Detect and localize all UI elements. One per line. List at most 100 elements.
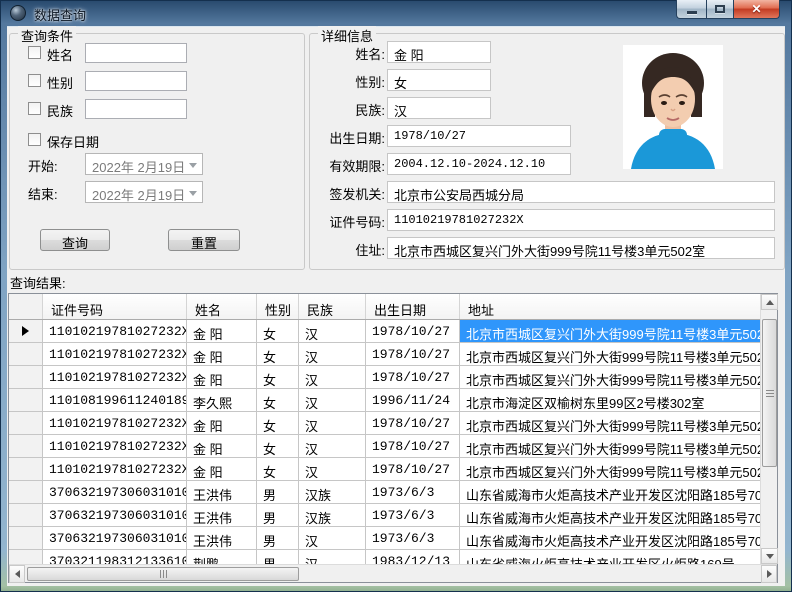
gender-input[interactable]	[85, 71, 187, 91]
table-row[interactable]: 11010219781027232X金 阳女汉1978/10/27北京市西城区复…	[9, 412, 760, 435]
table-cell[interactable]: 北京市西城区复兴门外大街999号院11号楼3单元502室	[460, 412, 760, 434]
row-selector-cell[interactable]	[9, 435, 43, 457]
table-cell[interactable]: 370632197306031010	[43, 504, 187, 526]
table-cell[interactable]: 北京市西城区复兴门外大街999号院11号楼3单元502室	[460, 320, 760, 342]
table-cell[interactable]: 1978/10/27	[366, 343, 460, 365]
ethnicity-input[interactable]	[85, 99, 187, 119]
table-row[interactable]: 370632197306031010王洪伟男汉族1973/6/3山东省威海市火炬…	[9, 481, 760, 504]
table-cell[interactable]: 女	[257, 412, 299, 434]
table-cell[interactable]: 370632197306031010	[43, 481, 187, 503]
row-selector-cell[interactable]	[9, 366, 43, 388]
table-row[interactable]: 11010219781027232X金 阳女汉1978/10/27北京市西城区复…	[9, 435, 760, 458]
table-cell[interactable]: 11010219781027232X	[43, 320, 187, 342]
table-cell[interactable]: 1978/10/27	[366, 458, 460, 480]
maximize-button[interactable]	[706, 0, 734, 19]
table-cell[interactable]: 女	[257, 458, 299, 480]
title-bar[interactable]: 数据查询 ✕	[0, 0, 792, 26]
scroll-left-button[interactable]	[9, 565, 25, 583]
table-cell[interactable]: 110108199611240189	[43, 389, 187, 411]
table-cell[interactable]: 汉族	[299, 481, 366, 503]
table-cell[interactable]: 1983/12/13	[366, 550, 460, 564]
table-cell[interactable]: 370321198312133610	[43, 550, 187, 564]
table-row[interactable]: 370632197306031010王洪伟男汉1973/6/3山东省威海市火炬高…	[9, 527, 760, 550]
table-cell[interactable]: 男	[257, 481, 299, 503]
table-cell[interactable]: 王洪伟	[187, 504, 257, 526]
table-cell[interactable]: 北京市西城区复兴门外大街999号院11号楼3单元502室	[460, 366, 760, 388]
table-cell[interactable]: 男	[257, 504, 299, 526]
row-selector-cell[interactable]	[9, 412, 43, 434]
table-cell[interactable]: 北京市海淀区双榆树东里99区2号楼302室	[460, 389, 760, 411]
table-cell[interactable]: 汉	[299, 366, 366, 388]
table-row[interactable]: 110108199611240189李久熙女汉1996/11/24北京市海淀区双…	[9, 389, 760, 412]
row-selector-cell[interactable]	[9, 481, 43, 503]
start-date-picker[interactable]: 2022年 2月19日	[85, 153, 203, 175]
table-cell[interactable]: 汉	[299, 343, 366, 365]
table-cell[interactable]: 汉族	[299, 504, 366, 526]
header-id-number[interactable]: 证件号码	[43, 294, 187, 319]
header-selector-cell[interactable]	[9, 294, 43, 319]
table-cell[interactable]: 荆鹏	[187, 550, 257, 564]
table-cell[interactable]: 山东省威海火炬高技术产业开发区火炬路169号	[460, 550, 760, 564]
table-cell[interactable]: 11010219781027232X	[43, 435, 187, 457]
save-date-checkbox[interactable]	[28, 133, 41, 146]
table-row[interactable]: 11010219781027232X金 阳女汉1978/10/27北京市西城区复…	[9, 320, 760, 343]
name-input[interactable]	[85, 43, 187, 63]
table-cell[interactable]: 1978/10/27	[366, 366, 460, 388]
row-selector-cell[interactable]	[9, 504, 43, 526]
table-row[interactable]: 11010219781027232X金 阳女汉1978/10/27北京市西城区复…	[9, 366, 760, 389]
table-cell[interactable]: 11010219781027232X	[43, 458, 187, 480]
table-cell[interactable]: 汉	[299, 550, 366, 564]
table-cell[interactable]: 1996/11/24	[366, 389, 460, 411]
table-cell[interactable]: 山东省威海市火炬高技术产业开发区沈阳路185号703室	[460, 481, 760, 503]
header-birthdate[interactable]: 出生日期	[366, 294, 460, 319]
table-cell[interactable]: 李久熙	[187, 389, 257, 411]
vertical-scroll-thumb[interactable]	[762, 319, 777, 467]
header-address[interactable]: 地址	[460, 294, 760, 319]
table-cell[interactable]: 山东省威海市火炬高技术产业开发区沈阳路185号703室	[460, 504, 760, 526]
header-ethnicity[interactable]: 民族	[299, 294, 366, 319]
table-row[interactable]: 370632197306031010王洪伟男汉族1973/6/3山东省威海市火炬…	[9, 504, 760, 527]
table-cell[interactable]: 金 阳	[187, 435, 257, 457]
horizontal-scroll-thumb[interactable]	[27, 567, 299, 581]
scroll-right-button[interactable]	[761, 565, 777, 583]
table-cell[interactable]: 11010219781027232X	[43, 412, 187, 434]
table-cell[interactable]: 北京市西城区复兴门外大街999号院11号楼3单元502室	[460, 343, 760, 365]
table-cell[interactable]: 11010219781027232X	[43, 366, 187, 388]
table-cell[interactable]: 女	[257, 343, 299, 365]
end-date-picker[interactable]: 2022年 2月19日	[85, 181, 203, 203]
table-cell[interactable]: 汉	[299, 435, 366, 457]
table-cell[interactable]: 金 阳	[187, 412, 257, 434]
table-cell[interactable]: 王洪伟	[187, 481, 257, 503]
table-cell[interactable]: 北京市西城区复兴门外大街999号院11号楼3单元502室	[460, 435, 760, 457]
name-checkbox[interactable]	[28, 46, 41, 59]
scroll-up-button[interactable]	[761, 294, 778, 310]
table-cell[interactable]: 汉	[299, 527, 366, 549]
horizontal-scrollbar[interactable]	[9, 564, 777, 582]
table-cell[interactable]: 汉	[299, 389, 366, 411]
table-cell[interactable]: 女	[257, 366, 299, 388]
table-cell[interactable]: 金 阳	[187, 458, 257, 480]
ethnicity-checkbox[interactable]	[28, 102, 41, 115]
table-cell[interactable]: 370632197306031010	[43, 527, 187, 549]
row-selector-cell[interactable]	[9, 550, 43, 564]
table-cell[interactable]: 女	[257, 435, 299, 457]
table-cell[interactable]: 北京市西城区复兴门外大街999号院11号楼3单元502室	[460, 458, 760, 480]
gender-checkbox[interactable]	[28, 74, 41, 87]
row-selector-cell[interactable]	[9, 458, 43, 480]
table-cell[interactable]: 1973/6/3	[366, 527, 460, 549]
close-button[interactable]: ✕	[734, 0, 780, 19]
table-row[interactable]: 11010219781027232X金 阳女汉1978/10/27北京市西城区复…	[9, 458, 760, 481]
row-selector-cell[interactable]	[9, 389, 43, 411]
query-button[interactable]: 查询	[40, 229, 110, 251]
scroll-down-button[interactable]	[761, 548, 778, 564]
table-cell[interactable]: 1978/10/27	[366, 320, 460, 342]
table-cell[interactable]: 1978/10/27	[366, 435, 460, 457]
table-cell[interactable]: 山东省威海市火炬高技术产业开发区沈阳路185号703室	[460, 527, 760, 549]
minimize-button[interactable]	[676, 0, 706, 19]
table-cell[interactable]: 女	[257, 320, 299, 342]
table-cell[interactable]: 汉	[299, 412, 366, 434]
table-cell[interactable]: 11010219781027232X	[43, 343, 187, 365]
table-cell[interactable]: 汉	[299, 458, 366, 480]
table-row[interactable]: 370321198312133610荆鹏男汉1983/12/13山东省威海火炬高…	[9, 550, 760, 564]
table-cell[interactable]: 金 阳	[187, 366, 257, 388]
